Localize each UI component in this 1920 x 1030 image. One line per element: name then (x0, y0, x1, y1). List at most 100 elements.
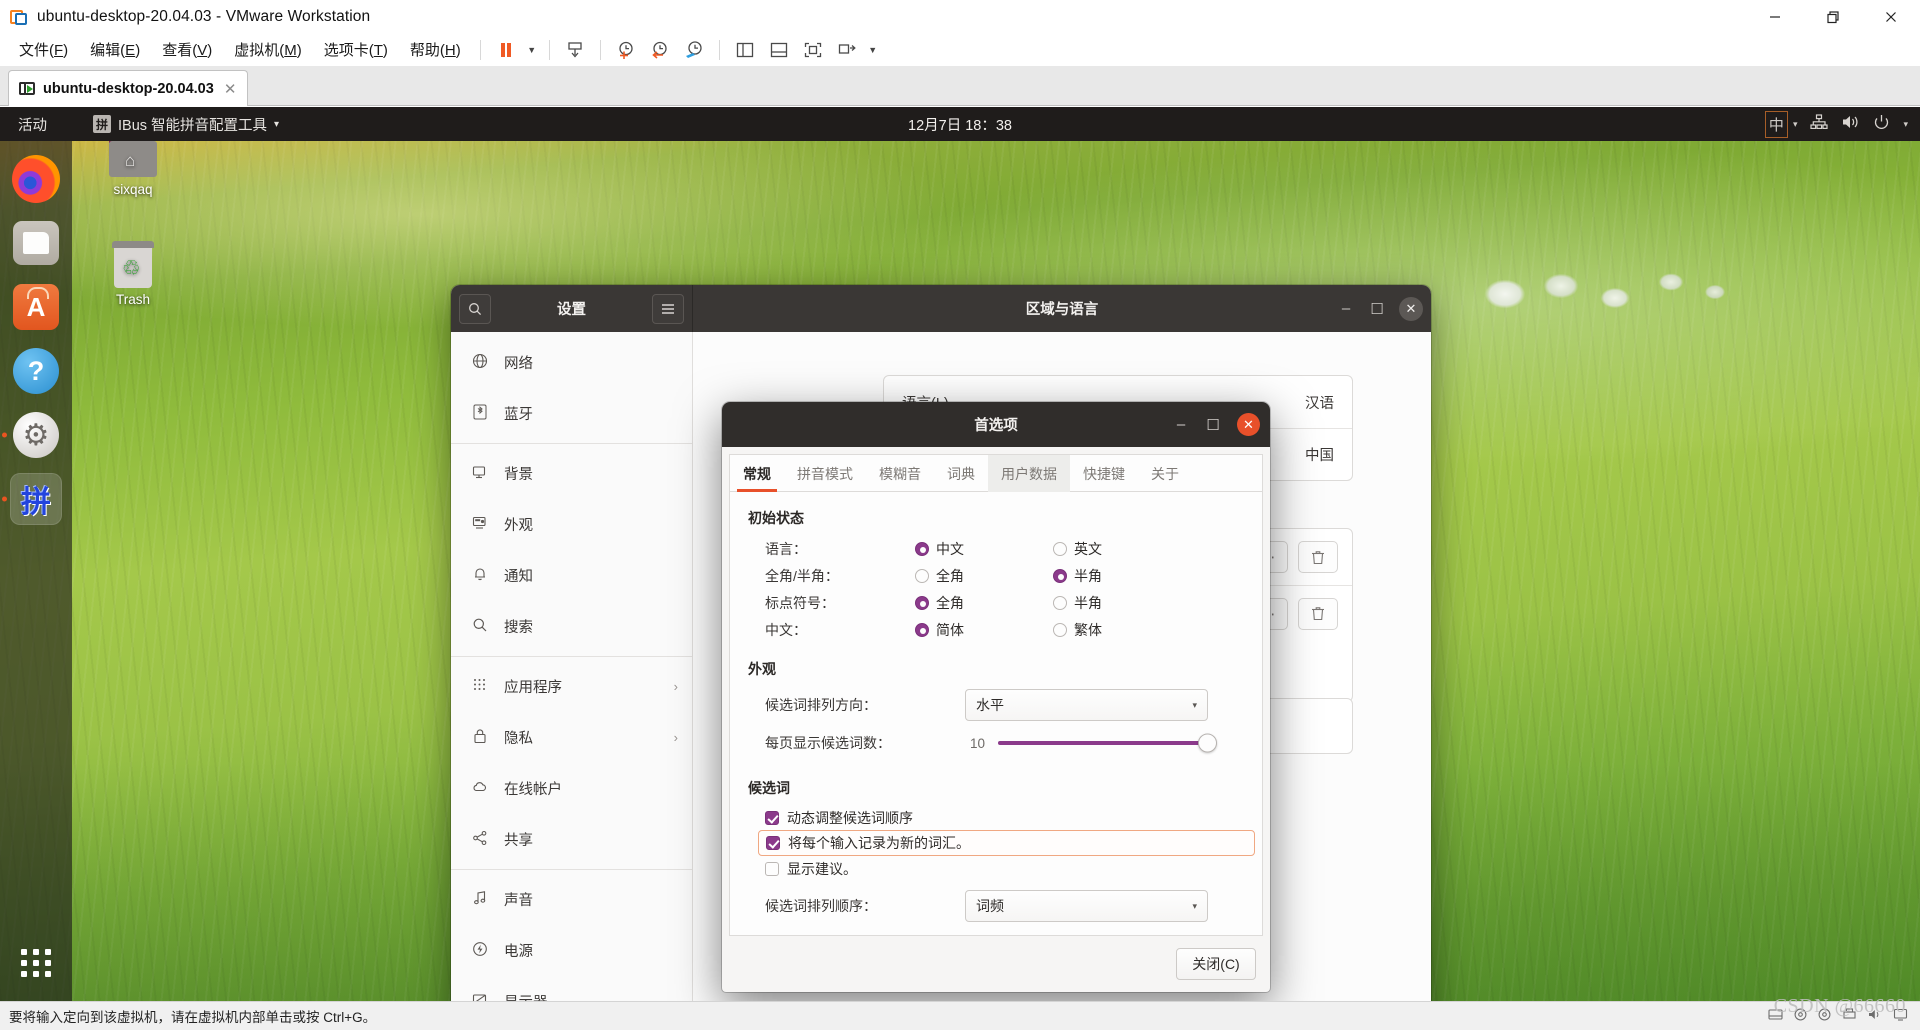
preferences-headerbar: 首选项 – ☐ ✕ (722, 402, 1270, 447)
suspend-icon[interactable] (489, 36, 523, 64)
dock-item-ubuntu-software[interactable]: A (10, 281, 62, 333)
trash-icon[interactable] (1298, 541, 1338, 573)
snapshot-manager-icon[interactable] (677, 36, 711, 64)
sidebar-item-applications[interactable]: 应用程序 › (451, 661, 692, 712)
menu-view[interactable]: 查看(V) (151, 36, 223, 63)
usb-icon[interactable] (1818, 1008, 1831, 1024)
search-icon[interactable] (459, 293, 491, 324)
punctuation-option-full[interactable]: 全角 (915, 593, 1053, 613)
sidebar-item-displays[interactable]: 显示器 (451, 976, 692, 1001)
snapshot-take-icon[interactable] (609, 36, 643, 64)
tab-shortcuts[interactable]: 快捷键 (1070, 455, 1138, 492)
width-option-half[interactable]: 半角 (1053, 566, 1191, 586)
show-suggestion-checkbox-row[interactable]: 显示建议。 (748, 856, 1244, 881)
tab-dictionary[interactable]: 词典 (934, 455, 988, 492)
dock-item-firefox[interactable] (10, 153, 62, 205)
sidebar-item-notifications[interactable]: 通知 (451, 550, 692, 601)
vm-tab-ubuntu[interactable]: ubuntu-desktop-20.04.03 ✕ (8, 70, 249, 106)
sidebar-item-appearance[interactable]: 外观 (451, 499, 692, 550)
snapshot-revert-icon[interactable] (643, 36, 677, 64)
menu-tabs[interactable]: 选项卡(T) (313, 36, 399, 63)
candidate-direction-select[interactable]: 水平 ▾ (965, 689, 1208, 721)
topbar-clock[interactable]: 12月7日 18：38 (908, 114, 1012, 135)
unity-mode-icon[interactable] (830, 36, 864, 64)
language-option-chinese[interactable]: 中文 (915, 539, 1053, 559)
tab-user-data[interactable]: 用户数据 (988, 455, 1070, 492)
width-option-full[interactable]: 全角 (915, 566, 1053, 586)
preferences-close-button[interactable]: ✕ (1237, 413, 1260, 436)
chinese-option-traditional[interactable]: 繁体 (1053, 620, 1191, 640)
settings-minimize-button[interactable]: – (1337, 300, 1355, 317)
checkbox-icon[interactable] (765, 861, 779, 876)
sidebar-item-label: 通知 (504, 569, 533, 585)
page-size-slider[interactable]: 10 (965, 733, 1217, 753)
tab-pinyin-mode[interactable]: 拼音模式 (784, 455, 866, 492)
show-applications-button[interactable] (16, 943, 56, 983)
activities-button[interactable]: 活动 (6, 110, 59, 139)
candidate-order-select[interactable]: 词频 ▾ (965, 890, 1208, 922)
fullscreen-icon[interactable] (796, 36, 830, 64)
send-ctrl-alt-del-icon[interactable] (558, 36, 592, 64)
hamburger-menu-icon[interactable] (652, 293, 684, 324)
volume-icon[interactable] (1841, 114, 1860, 134)
vmware-minimize-button[interactable] (1746, 0, 1804, 33)
settings-close-button[interactable]: ✕ (1399, 296, 1423, 321)
suspend-dropdown-caret[interactable]: ▼ (523, 36, 541, 64)
close-button[interactable]: 关闭(C) (1176, 948, 1256, 980)
show-sidebar-icon[interactable] (728, 36, 762, 64)
app-menu-button[interactable]: 拼 IBus 智能拼音配置工具 ▾ (85, 110, 287, 139)
sound-icon[interactable] (1868, 1008, 1882, 1024)
dock-item-files[interactable] (10, 217, 62, 269)
desktop-icon-trash[interactable]: ♲ Trash (90, 241, 176, 307)
sidebar-item-bluetooth[interactable]: 蓝牙 (451, 388, 692, 439)
tray-chevron-down-icon[interactable]: ▾ (1903, 119, 1908, 130)
vmware-close-button[interactable] (1862, 0, 1920, 33)
tab-fuzzy-pinyin[interactable]: 模糊音 (866, 455, 934, 492)
record-new-words-checkbox-row[interactable]: 将每个输入记录为新的词汇。 (758, 830, 1255, 856)
sidebar-item-sound[interactable]: 声音 (451, 874, 692, 925)
settings-maximize-button[interactable]: ☐ (1368, 300, 1386, 318)
ime-indicator[interactable]: 中 ▾ (1764, 110, 1797, 138)
show-console-icon[interactable] (762, 36, 796, 64)
network-icon[interactable] (1794, 1008, 1807, 1024)
vmware-restore-button[interactable] (1804, 0, 1862, 33)
power-icon[interactable] (1873, 114, 1890, 135)
punctuation-option-half[interactable]: 半角 (1053, 593, 1191, 613)
menu-edit[interactable]: 编辑(E) (79, 36, 151, 63)
preferences-minimize-button[interactable]: – (1173, 416, 1189, 433)
printer-icon[interactable] (1842, 1008, 1857, 1024)
checkbox-icon[interactable] (765, 810, 779, 825)
tab-general[interactable]: 常规 (730, 455, 784, 492)
sidebar-item-background[interactable]: 背景 (451, 448, 692, 499)
vm-tab-close-icon[interactable]: ✕ (221, 80, 240, 98)
sidebar-item-power[interactable]: 电源 (451, 925, 692, 976)
language-option-english[interactable]: 英文 (1053, 539, 1191, 559)
dock-item-settings[interactable]: ⚙ (10, 409, 62, 461)
sidebar-item-network[interactable]: 网络 (451, 337, 692, 388)
sidebar-item-privacy[interactable]: 隐私 › (451, 712, 692, 763)
unity-dropdown-caret[interactable]: ▼ (864, 36, 882, 64)
preferences-maximize-button[interactable]: ☐ (1205, 416, 1221, 434)
slider-track[interactable] (998, 733, 1217, 753)
menu-vm[interactable]: 虚拟机(M) (223, 36, 313, 63)
menu-help[interactable]: 帮助(H) (399, 36, 472, 63)
dock-item-ibus-pinyin[interactable]: 拼 (10, 473, 62, 525)
sidebar-item-sharing[interactable]: 共享 (451, 814, 692, 865)
display-icon[interactable] (1893, 1008, 1908, 1024)
tab-about[interactable]: 关于 (1138, 455, 1192, 492)
disk-icon[interactable] (1768, 1008, 1783, 1024)
menu-file[interactable]: 文件(F) (8, 36, 79, 63)
dock-item-help[interactable]: ? (10, 345, 62, 397)
sidebar-item-search[interactable]: 搜索 (451, 601, 692, 652)
sidebar-item-online-accounts[interactable]: 在线帐户 (451, 763, 692, 814)
checkbox-icon[interactable] (766, 836, 780, 850)
slider-knob[interactable] (1198, 733, 1217, 753)
chinese-option-simplified[interactable]: 简体 (915, 620, 1053, 640)
dynamic-order-checkbox-row[interactable]: 动态调整候选词顺序 (748, 805, 1244, 830)
files-icon (13, 221, 59, 265)
trash-icon[interactable] (1298, 597, 1338, 630)
desktop-icon-home[interactable]: ⌂ sixqaq (90, 135, 176, 197)
radio-icon (915, 568, 929, 583)
network-icon[interactable] (1810, 114, 1829, 134)
radio-icon (1053, 622, 1067, 637)
